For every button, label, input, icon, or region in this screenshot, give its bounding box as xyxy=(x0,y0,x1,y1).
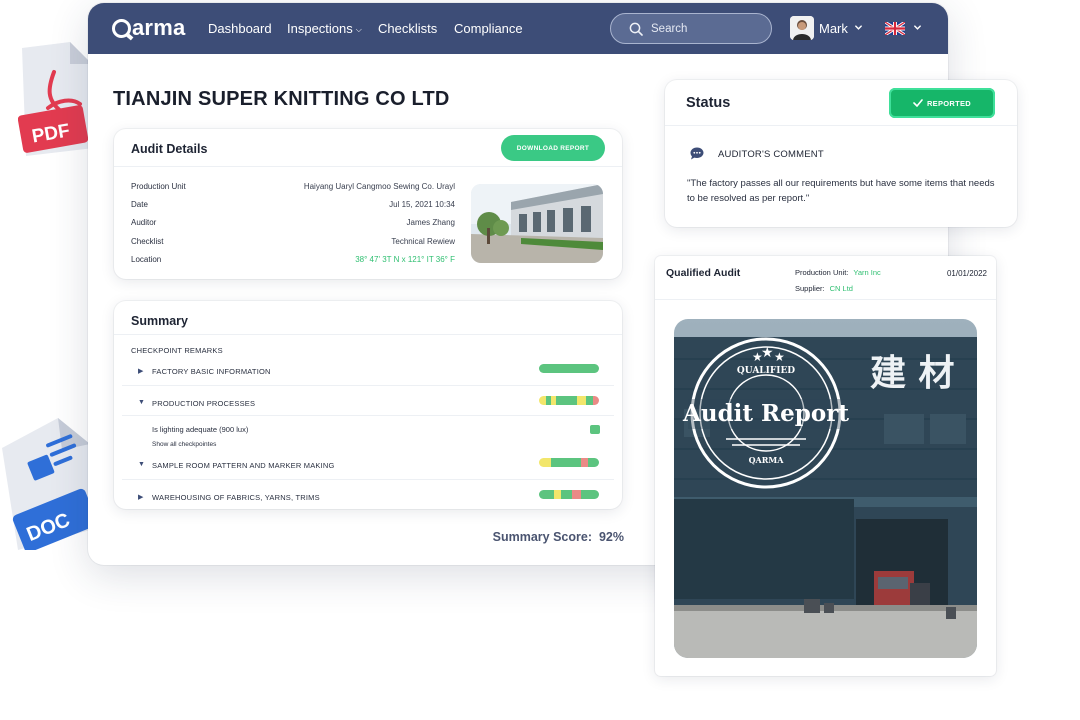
search-placeholder: Search xyxy=(651,22,688,35)
nav-compliance-label: Compliance xyxy=(454,21,523,36)
detail-key: Location xyxy=(131,255,162,264)
detail-row-date: Date Jul 15, 2021 10:34 xyxy=(131,200,455,214)
detail-key: Date xyxy=(131,200,148,209)
detail-row-production-unit: Production Unit Haiyang Uaryl Cangmoo Se… xyxy=(131,182,455,196)
user-name[interactable]: Mark xyxy=(819,21,848,36)
nav-compliance[interactable]: Compliance xyxy=(454,21,523,36)
checkpoint-label: WAREHOUSING OF FABRICS, YARNS, TRIMS xyxy=(152,493,320,502)
score-bar xyxy=(539,364,599,373)
detail-key: Auditor xyxy=(131,218,157,227)
audit-report-photo[interactable]: 建 材 QUALIFIED ★ ★ ★ Audit Report QARMA xyxy=(674,319,977,658)
divider xyxy=(122,479,614,480)
checkpoint-remarks-label: CHECKPOINT REMARKS xyxy=(131,346,223,355)
auditor-comment-label: AUDITOR'S COMMENT xyxy=(718,149,824,160)
logo-q-mark xyxy=(112,18,131,38)
doc-file-icon: DOC xyxy=(0,418,98,553)
nav-dashboard-label: Dashboard xyxy=(208,21,272,36)
detail-row-location: Location 38° 47' 3T N x 121° IT 36° F xyxy=(131,255,455,269)
production-unit-label: Production Unit: xyxy=(795,268,849,277)
score-bar xyxy=(539,490,599,499)
score-bar xyxy=(539,396,599,405)
divider xyxy=(655,299,996,300)
divider xyxy=(122,415,614,416)
location-coordinates[interactable]: 38° 47' 3T N x 121° IT 36° F xyxy=(355,255,455,264)
audit-details-title: Audit Details xyxy=(131,142,208,156)
expand-arrow-icon[interactable]: ▶ xyxy=(138,493,143,501)
summary-score-value: 92% xyxy=(598,530,624,544)
summary-score: Summary Score: 92% xyxy=(493,530,624,544)
expand-arrow-icon[interactable]: ▶ xyxy=(138,367,143,375)
auditor-comment-text: "The factory passes all our requirements… xyxy=(687,178,995,204)
qualified-audit-card: Qualified Audit Production Unit: Yarn Inc… xyxy=(655,256,996,676)
supplier-value: CN Ltd xyxy=(829,284,853,293)
stamp-main-text: Audit Report xyxy=(682,400,849,427)
divider xyxy=(114,334,622,335)
checkpoint-row[interactable]: ▼ SAMPLE ROOM PATTERN AND MARKER MAKING xyxy=(114,458,622,491)
check-icon xyxy=(913,99,923,107)
supplier-label: Supplier: xyxy=(795,284,825,293)
nav-inspections[interactable]: Inspections ⌵ xyxy=(287,21,362,36)
detail-value: Technical Rewiew xyxy=(391,237,455,246)
detail-row-auditor: Auditor James Zhang xyxy=(131,218,455,232)
qarma-logo[interactable]: arma xyxy=(112,15,185,41)
supplier-meta: Supplier: CN Ltd xyxy=(795,284,853,293)
collapse-arrow-icon[interactable]: ▼ xyxy=(138,399,145,406)
page-title: TIANJIN SUPER KNITTING CO LTD xyxy=(113,88,450,110)
search-icon xyxy=(629,22,643,36)
qualified-audit-title: Qualified Audit xyxy=(666,267,741,279)
pdf-file-icon: PDF xyxy=(17,42,94,158)
detail-value: Jul 15, 2021 10:34 xyxy=(389,200,455,209)
reported-label: REPORTED xyxy=(926,98,972,108)
stamp-bottom-text: QARMA xyxy=(749,455,785,465)
comment-icon xyxy=(690,147,704,160)
production-unit-value: Yarn Inc xyxy=(853,268,881,277)
status-card: Status REPORTED AUDITOR'S COMMENT "The f… xyxy=(665,80,1017,227)
uk-flag-icon[interactable] xyxy=(885,22,905,35)
checkpoint-sub-item: Is lighting adequate (900 lux) xyxy=(152,425,249,434)
detail-key: Production Unit xyxy=(131,182,186,191)
stamp-top-text: QUALIFIED xyxy=(737,366,795,376)
nav-checklists[interactable]: Checklists xyxy=(378,21,437,36)
user-menu-chevron-icon[interactable] xyxy=(854,23,863,32)
production-unit-meta: Production Unit: Yarn Inc xyxy=(795,268,881,277)
checkpoint-row[interactable]: ▶ FACTORY BASIC INFORMATION xyxy=(114,364,622,397)
search-input[interactable]: Search xyxy=(610,13,772,44)
star-icon: ★ xyxy=(774,350,785,364)
sub-item-status xyxy=(590,425,600,434)
language-chevron-icon[interactable] xyxy=(913,23,922,32)
nav-inspections-label: Inspections xyxy=(287,21,353,36)
avatar[interactable] xyxy=(790,16,814,40)
checkpoint-label: PRODUCTION PROCESSES xyxy=(152,399,256,408)
nav-dashboard[interactable]: Dashboard xyxy=(208,21,272,36)
summary-title: Summary xyxy=(131,314,188,328)
download-report-button[interactable]: DOWNLOAD REPORT xyxy=(501,135,605,161)
divider xyxy=(122,385,614,386)
checkpoint-label: FACTORY BASIC INFORMATION xyxy=(152,367,271,376)
show-all-checkpoints-link[interactable]: Show all checkpointes xyxy=(152,441,216,448)
detail-key: Checklist xyxy=(131,237,164,246)
summary-score-label: Summary Score: xyxy=(492,530,593,544)
audit-details-card: Audit Details DOWNLOAD REPORT Production… xyxy=(114,129,622,279)
nav-checklists-label: Checklists xyxy=(378,21,438,36)
checkpoint-row[interactable]: ▶ WAREHOUSING OF FABRICS, YARNS, TRIMS xyxy=(114,490,622,523)
logo-text: arma xyxy=(132,15,186,40)
star-icon: ★ xyxy=(761,344,774,360)
building-sign: 建 材 xyxy=(870,353,955,394)
audit-details-header: Audit Details DOWNLOAD REPORT xyxy=(114,129,622,167)
summary-card: Summary CHECKPOINT REMARKS ▶ FACTORY BAS… xyxy=(114,301,622,509)
detail-value: Haiyang Uaryl Cangmoo Sewing Co. Urayl xyxy=(303,182,455,191)
factory-photo[interactable] xyxy=(471,184,603,263)
collapse-arrow-icon[interactable]: ▼ xyxy=(138,461,145,468)
top-navbar: arma Dashboard Inspections ⌵ Checklists C… xyxy=(88,3,948,54)
divider xyxy=(665,125,1017,126)
reported-status-button[interactable]: REPORTED xyxy=(889,88,995,118)
detail-value: James Zhang xyxy=(406,218,455,227)
score-bar xyxy=(539,458,599,467)
status-title: Status xyxy=(686,95,731,111)
detail-row-checklist: Checklist Technical Rewiew xyxy=(131,237,455,251)
checkpoint-label: SAMPLE ROOM PATTERN AND MARKER MAKING xyxy=(152,461,335,470)
chevron-down-icon: ⌵ xyxy=(355,25,362,34)
audit-date: 01/01/2022 xyxy=(946,269,987,278)
